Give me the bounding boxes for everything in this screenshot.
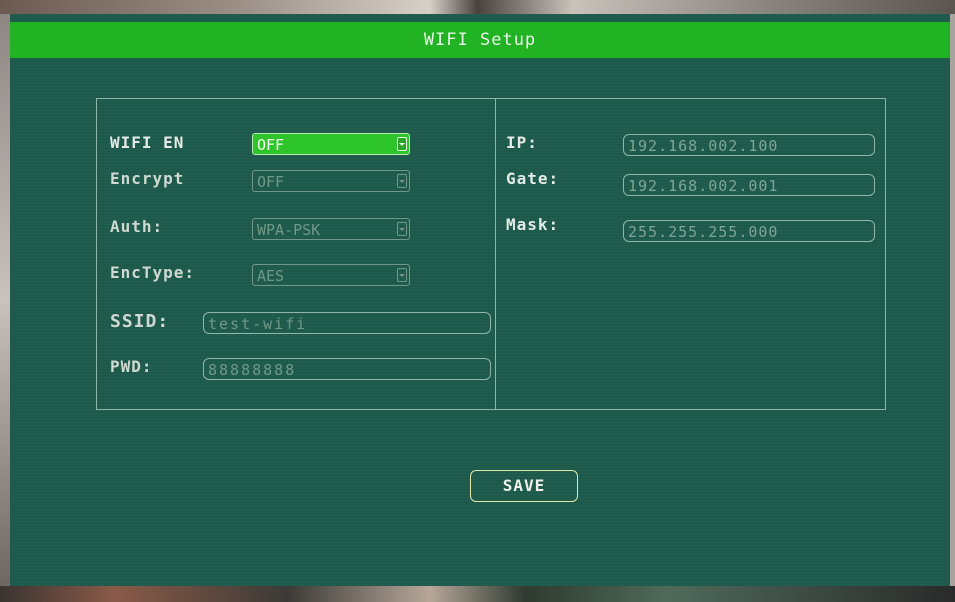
- wifi-en-value: OFF: [257, 136, 285, 154]
- mask-label: Mask:: [506, 215, 560, 234]
- gate-input[interactable]: 192.168.002.001: [623, 174, 875, 196]
- ip-label: IP:: [506, 133, 538, 152]
- enctype-value: AES: [257, 267, 285, 285]
- background-video-right: [950, 14, 955, 586]
- chevron-down-icon[interactable]: [397, 268, 407, 282]
- auth-select[interactable]: WPA-PSK: [252, 218, 410, 240]
- wifi-setup-window: WIFI Setup WIFI EN OFF Encrypt OFF Auth:…: [10, 14, 950, 586]
- chevron-down-icon[interactable]: [397, 222, 407, 236]
- encrypt-value: OFF: [257, 173, 285, 191]
- chevron-down-icon[interactable]: [397, 137, 407, 151]
- background-video-bottom: [0, 586, 955, 602]
- enctype-select[interactable]: AES: [252, 264, 410, 286]
- settings-panel: WIFI EN OFF Encrypt OFF Auth: WPA-PSK En…: [96, 98, 886, 410]
- mask-input[interactable]: 255.255.255.000: [623, 220, 875, 242]
- gate-label: Gate:: [506, 169, 560, 188]
- chevron-down-icon[interactable]: [397, 174, 407, 188]
- ip-input[interactable]: 192.168.002.100: [623, 134, 875, 156]
- ssid-input[interactable]: test-wifi: [203, 312, 491, 334]
- auth-label: Auth:: [110, 217, 164, 236]
- window-title: WIFI Setup: [10, 22, 950, 58]
- wifi-en-select[interactable]: OFF: [252, 133, 410, 155]
- wifi-en-label: WIFI EN: [110, 133, 185, 152]
- pwd-label: PWD:: [110, 357, 153, 376]
- enctype-label: EncType:: [110, 263, 196, 282]
- pwd-input[interactable]: 88888888: [203, 358, 491, 380]
- panel-divider: [495, 99, 496, 409]
- auth-value: WPA-PSK: [257, 221, 321, 239]
- background-video-top: [0, 0, 955, 14]
- save-button[interactable]: SAVE: [470, 470, 578, 502]
- encrypt-label: Encrypt: [110, 169, 185, 188]
- background-video-left: [0, 14, 10, 586]
- encrypt-select[interactable]: OFF: [252, 170, 410, 192]
- ssid-label: SSID:: [110, 311, 170, 332]
